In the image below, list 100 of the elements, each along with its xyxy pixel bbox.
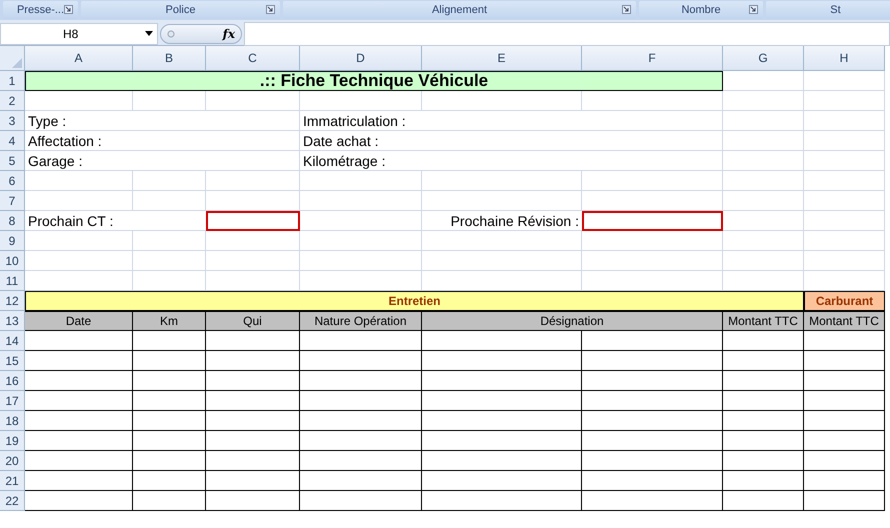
table-cell[interactable] [300, 371, 422, 391]
sheet-cell[interactable] [206, 171, 300, 191]
row-number[interactable]: 18 [0, 411, 25, 431]
column-heading[interactable]: A [25, 46, 133, 71]
table-cell[interactable] [422, 471, 582, 491]
table-cell[interactable] [300, 471, 422, 491]
table-cell[interactable] [723, 431, 804, 451]
sheet-cell[interactable] [723, 231, 804, 251]
table-cell[interactable] [133, 471, 206, 491]
table-cell[interactable] [582, 471, 723, 491]
sheet-cell[interactable] [804, 71, 885, 91]
formula-button[interactable]: fx [160, 24, 242, 44]
table-cell[interactable] [804, 391, 885, 411]
table-cell[interactable] [25, 351, 133, 371]
sheet-cell[interactable] [582, 251, 723, 271]
sheet-cell[interactable] [723, 91, 804, 111]
sheet-cell[interactable] [723, 111, 804, 131]
row-number[interactable]: 14 [0, 331, 25, 351]
table-cell[interactable] [804, 351, 885, 371]
sheet-cell[interactable] [804, 151, 885, 171]
row-number[interactable]: 15 [0, 351, 25, 371]
table-cell[interactable] [133, 371, 206, 391]
table-cell[interactable] [723, 391, 804, 411]
sheet-cell[interactable] [723, 171, 804, 191]
row-number[interactable]: 1 [0, 71, 25, 91]
sheet-cell[interactable] [804, 111, 885, 131]
table-cell[interactable] [25, 451, 133, 471]
table-cell[interactable] [422, 451, 582, 471]
table-cell[interactable] [133, 391, 206, 411]
column-heading[interactable]: F [582, 46, 723, 71]
row-number[interactable]: 12 [0, 291, 25, 311]
row-number[interactable]: 10 [0, 251, 25, 271]
sheet-cell[interactable] [422, 251, 582, 271]
sheet-cell[interactable] [300, 251, 422, 271]
table-cell[interactable] [25, 411, 133, 431]
dialog-launcher-icon[interactable] [622, 5, 631, 14]
sheet-cell[interactable] [723, 251, 804, 271]
sheet-cell[interactable] [804, 191, 885, 211]
table-cell[interactable] [422, 431, 582, 451]
date-input-cell[interactable] [582, 211, 723, 231]
column-heading[interactable]: B [133, 46, 206, 71]
column-heading[interactable]: D [300, 46, 422, 71]
sheet-cell[interactable] [804, 231, 885, 251]
dialog-launcher-icon[interactable] [749, 5, 758, 14]
caret-icon[interactable] [145, 31, 153, 36]
row-number[interactable]: 8 [0, 211, 25, 231]
table-cell[interactable] [804, 491, 885, 511]
table-cell[interactable] [25, 431, 133, 451]
table-cell[interactable] [206, 371, 300, 391]
table-cell[interactable] [133, 351, 206, 371]
table-cell[interactable] [723, 371, 804, 391]
row-number[interactable]: 4 [0, 131, 25, 151]
row-number[interactable]: 7 [0, 191, 25, 211]
table-cell[interactable] [582, 431, 723, 451]
table-cell[interactable] [300, 451, 422, 471]
dialog-launcher-icon[interactable] [266, 5, 275, 14]
table-cell[interactable] [422, 391, 582, 411]
table-cell[interactable] [422, 371, 582, 391]
table-cell[interactable] [723, 351, 804, 371]
sheet-cell[interactable] [25, 251, 133, 271]
table-cell[interactable] [206, 431, 300, 451]
sheet-cell[interactable] [723, 151, 804, 171]
sheet-cell[interactable] [804, 131, 885, 151]
column-heading[interactable]: E [422, 46, 582, 71]
table-cell[interactable] [206, 471, 300, 491]
sheet-cell[interactable] [133, 251, 206, 271]
table-cell[interactable] [25, 371, 133, 391]
table-cell[interactable] [300, 491, 422, 511]
formula-field[interactable] [244, 22, 890, 46]
sheet-cell[interactable] [723, 191, 804, 211]
table-cell[interactable] [422, 491, 582, 511]
sheet-cell[interactable] [206, 251, 300, 271]
column-heading[interactable]: C [206, 46, 300, 71]
table-cell[interactable] [300, 431, 422, 451]
table-cell[interactable] [300, 411, 422, 431]
table-cell[interactable] [25, 391, 133, 411]
table-cell[interactable] [133, 451, 206, 471]
sheet-cell[interactable] [723, 131, 804, 151]
table-cell[interactable] [206, 391, 300, 411]
table-cell[interactable] [133, 411, 206, 431]
sheet-cell[interactable] [804, 251, 885, 271]
table-cell[interactable] [206, 351, 300, 371]
column-heading[interactable]: H [804, 46, 885, 71]
row-number[interactable]: 5 [0, 151, 25, 171]
table-cell[interactable] [206, 491, 300, 511]
row-number[interactable]: 19 [0, 431, 25, 451]
dialog-launcher-icon[interactable] [64, 5, 73, 14]
table-cell[interactable] [300, 391, 422, 411]
table-cell[interactable] [804, 371, 885, 391]
table-cell[interactable] [422, 411, 582, 431]
row-number[interactable]: 22 [0, 491, 25, 511]
table-cell[interactable] [723, 471, 804, 491]
table-cell[interactable] [804, 411, 885, 431]
table-cell[interactable] [723, 411, 804, 431]
column-heading[interactable]: G [723, 46, 804, 71]
table-cell[interactable] [804, 451, 885, 471]
row-number[interactable]: 20 [0, 451, 25, 471]
sheet-cell[interactable] [582, 171, 723, 191]
sheet-cell[interactable] [804, 211, 885, 231]
row-number[interactable]: 16 [0, 371, 25, 391]
